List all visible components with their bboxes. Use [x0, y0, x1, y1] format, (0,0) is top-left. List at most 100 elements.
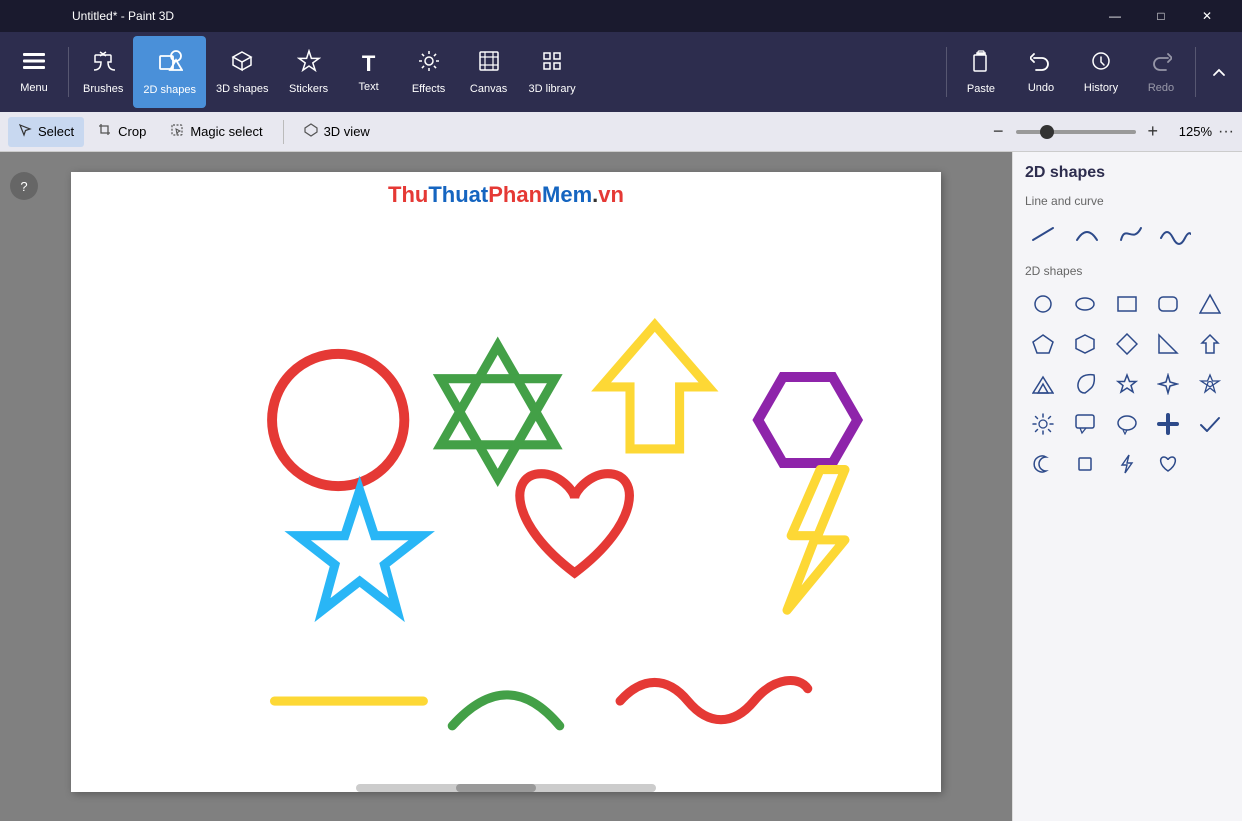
ribbon: Select Crop Magic select 3D view − +	[0, 112, 1242, 152]
3d-shapes-icon	[230, 49, 254, 79]
shape-lightning	[787, 470, 845, 611]
shape-gear-btn[interactable]	[1025, 406, 1061, 442]
shape-rounded-rect-btn[interactable]	[1150, 286, 1186, 322]
zoom-value: 125%	[1170, 124, 1212, 139]
toolbar-brushes[interactable]: Brushes	[73, 36, 133, 108]
2d-shapes-label: 2D shapes	[143, 84, 196, 96]
watermark-thuat: Thuat	[428, 182, 488, 207]
shape-star-outline-btn[interactable]	[1109, 366, 1145, 402]
main-area: ? ThuThuatPhanMem.vn	[0, 152, 1242, 821]
shape-star6-btn[interactable]	[1192, 366, 1228, 402]
toolbar-collapse[interactable]	[1200, 36, 1238, 108]
shape-pentagon-btn[interactable]	[1025, 326, 1061, 362]
history-label: History	[1084, 82, 1118, 94]
shape-oval-btn[interactable]	[1067, 286, 1103, 322]
shape-crescent-btn[interactable]	[1025, 446, 1061, 482]
text-icon: T	[362, 51, 375, 77]
shape-mountain-btn[interactable]	[1025, 366, 1061, 402]
minimize-button[interactable]: —	[1092, 0, 1138, 32]
shape-cross-btn[interactable]	[1150, 406, 1186, 442]
line-curve-grid	[1025, 216, 1230, 252]
toolbar-stickers[interactable]: Stickers	[279, 36, 339, 108]
shape-heart-btn[interactable]	[1150, 446, 1186, 482]
effects-icon	[417, 49, 441, 79]
canvas-svg	[71, 172, 941, 792]
help-button[interactable]: ?	[10, 172, 38, 200]
titlebar: Untitled* - Paint 3D — □ ✕	[0, 0, 1242, 32]
canvas-area[interactable]: ? ThuThuatPhanMem.vn	[0, 152, 1012, 821]
canvas-label: Canvas	[470, 83, 507, 95]
paint-canvas[interactable]: ThuThuatPhanMem.vn	[71, 172, 941, 792]
zoom-out-button[interactable]: −	[987, 119, 1010, 144]
3d-view-label: 3D view	[324, 124, 370, 139]
paste-label: Paste	[967, 83, 995, 95]
right-panel: 2D shapes Line and curve 2D shapes	[1012, 152, 1242, 821]
shape-small-square-btn[interactable]	[1067, 446, 1103, 482]
toolbar-divider-2	[946, 47, 947, 97]
shape-chat-bubble-btn[interactable]	[1109, 406, 1145, 442]
toolbar-3d-shapes[interactable]: 3D shapes	[206, 36, 279, 108]
toolbar-canvas[interactable]: Canvas	[459, 36, 519, 108]
text-label: Text	[358, 81, 378, 93]
ribbon-select[interactable]: Select	[8, 117, 84, 147]
zoom-controls: − + 125% ···	[987, 119, 1234, 144]
shape-rect-btn[interactable]	[1109, 286, 1145, 322]
ribbon-crop[interactable]: Crop	[88, 117, 156, 147]
history-icon	[1090, 50, 1112, 78]
ribbon-3d-view[interactable]: 3D view	[294, 117, 380, 147]
redo-label: Redo	[1148, 82, 1174, 94]
shape-star5	[298, 490, 422, 610]
3d-shapes-label: 3D shapes	[216, 83, 269, 95]
maximize-button[interactable]: □	[1138, 0, 1184, 32]
toolbar-right: Paste Undo History	[942, 36, 1238, 108]
shape-speech-bubble-btn[interactable]	[1067, 406, 1103, 442]
lc-multi-wave[interactable]	[1157, 216, 1193, 252]
lc-arc[interactable]	[1069, 216, 1105, 252]
shape-right-triangle-btn[interactable]	[1150, 326, 1186, 362]
select-icon	[18, 123, 32, 140]
toolbar-redo[interactable]: Redo	[1131, 36, 1191, 108]
toolbar-paste[interactable]: Paste	[951, 36, 1011, 108]
menu-icon	[23, 50, 45, 78]
watermark-phan: Phan	[488, 182, 542, 207]
undo-label: Undo	[1028, 82, 1054, 94]
zoom-in-button[interactable]: +	[1142, 119, 1165, 144]
shape-leaf-btn[interactable]	[1067, 366, 1103, 402]
undo-icon	[1030, 50, 1052, 78]
canvas-scrollbar-thumb	[456, 784, 536, 792]
shape-circle-btn[interactable]	[1025, 286, 1061, 322]
3d-library-label: 3D library	[529, 83, 576, 95]
shape-up-arrow-btn[interactable]	[1192, 326, 1228, 362]
help-label: ?	[20, 179, 27, 194]
toolbar-history[interactable]: History	[1071, 36, 1131, 108]
shape-lightning-btn[interactable]	[1109, 446, 1145, 482]
lc-s-curve[interactable]	[1113, 216, 1149, 252]
shape-arrow-up	[601, 325, 708, 449]
canvas-scrollbar[interactable]	[356, 784, 656, 792]
shape-hexagon-btn[interactable]	[1067, 326, 1103, 362]
shape-check-btn[interactable]	[1192, 406, 1228, 442]
shape-wave	[620, 681, 808, 720]
magic-select-label: Magic select	[190, 124, 262, 139]
toolbar-effects[interactable]: Effects	[399, 36, 459, 108]
shape-diamond-btn[interactable]	[1109, 326, 1145, 362]
magic-select-icon	[170, 123, 184, 140]
toolbar-menu[interactable]: Menu	[4, 36, 64, 108]
stickers-label: Stickers	[289, 83, 328, 95]
close-button[interactable]: ✕	[1184, 0, 1230, 32]
lc-line[interactable]	[1025, 216, 1061, 252]
zoom-more-button[interactable]: ···	[1218, 123, 1234, 141]
zoom-slider[interactable]	[1016, 130, 1136, 134]
window-controls: — □ ✕	[1092, 0, 1230, 32]
toolbar-2d-shapes[interactable]: 2D shapes	[133, 36, 206, 108]
shape-circle	[272, 354, 404, 486]
toolbar-3d-library[interactable]: 3D library	[519, 36, 586, 108]
toolbar-text[interactable]: T Text	[339, 36, 399, 108]
shape-star4-btn[interactable]	[1150, 366, 1186, 402]
ribbon-magic-select[interactable]: Magic select	[160, 117, 272, 147]
shape-triangle-btn[interactable]	[1192, 286, 1228, 322]
toolbar-undo[interactable]: Undo	[1011, 36, 1071, 108]
watermark: ThuThuatPhanMem.vn	[388, 182, 624, 208]
shape-star6	[441, 346, 555, 478]
3d-view-icon	[304, 123, 318, 140]
